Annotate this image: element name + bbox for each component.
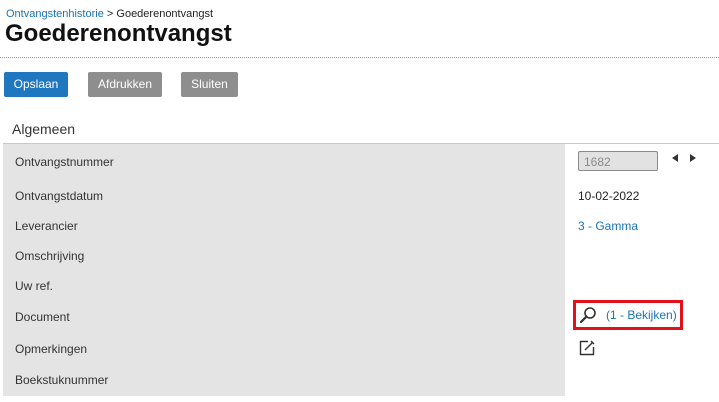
description-label: Omschrijving — [15, 249, 85, 263]
entry-number-label: Boekstuknummer — [15, 373, 109, 387]
receipt-number-field: 1682 — [578, 151, 658, 171]
breadcrumb-separator: > — [103, 8, 117, 20]
receipt-number-label: Ontvangstnummer — [15, 155, 114, 169]
supplier-link[interactable]: 3 - Gamma — [578, 219, 638, 233]
page-title: Goederenontvangst — [5, 20, 232, 47]
next-record-icon[interactable] — [690, 154, 696, 162]
edit-note-icon[interactable] — [578, 339, 596, 357]
receipt-date-label: Ontvangstdatum — [15, 189, 104, 203]
receipt-date-value: 10-02-2022 — [578, 189, 640, 203]
your-ref-label: Uw ref. — [15, 279, 54, 293]
breadcrumb: Ontvangstenhistorie > Goederenontvangst — [6, 8, 213, 20]
section-title: Algemeen — [12, 121, 76, 137]
remarks-label: Opmerkingen — [15, 342, 88, 356]
print-button[interactable]: Afdrukken — [88, 72, 162, 97]
title-divider — [0, 57, 719, 58]
save-button[interactable]: Opslaan — [4, 72, 68, 97]
close-button[interactable]: Sluiten — [181, 72, 238, 97]
label-column — [3, 144, 565, 396]
breadcrumb-link-receipt-history[interactable]: Ontvangstenhistorie — [6, 8, 104, 20]
breadcrumb-current: Goederenontvangst — [116, 8, 214, 20]
document-label: Document — [15, 310, 70, 324]
highlight-box — [573, 300, 683, 330]
supplier-label: Leverancier — [15, 219, 78, 233]
previous-record-icon[interactable] — [672, 154, 678, 162]
